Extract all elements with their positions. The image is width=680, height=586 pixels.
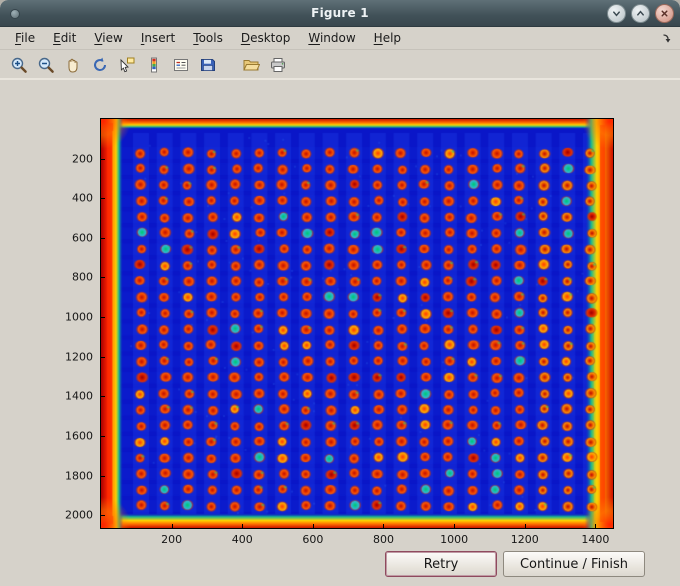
y-tick-mark [101,356,105,358]
x-tick-label: 1400 [581,533,610,546]
x-tick-mark [242,524,244,528]
y-tick-mark [101,317,105,319]
y-tick-label: 400 [72,191,93,205]
menu-file[interactable]: File [6,28,44,48]
continue-finish-button[interactable]: Continue / Finish [503,551,645,577]
chevron-up-icon [637,10,644,16]
x-tick-mark [524,524,526,528]
dock-figure-icon[interactable] [660,31,674,45]
insert-legend-button[interactable] [169,53,193,77]
pan-hand-icon [68,58,78,73]
x-tick-mark [595,524,597,528]
y-tick-label: 1000 [65,310,93,324]
maximize-button[interactable] [631,4,650,23]
menu-window[interactable]: Window [299,28,364,48]
y-tick-mark [101,277,105,279]
titlebar[interactable]: Figure 1 [0,0,680,27]
menu-help[interactable]: Help [365,28,410,48]
legend-icon [174,59,188,71]
y-tick-mark [101,237,105,239]
print-icon [271,58,285,72]
y-tick-mark [101,475,105,477]
figure-canvas-area: 200 400 600 800 1000 1200 1400 200 400 600 800 100… [0,80,680,586]
plot-axes[interactable]: 200 400 600 800 1000 1200 1400 200 400 600 800 100… [65,118,614,546]
x-tick-label: 600 [302,533,324,546]
open-folder-icon [243,60,260,71]
y-tick-label: 600 [72,231,93,245]
save-icon [201,59,215,71]
insert-colorbar-button[interactable] [142,53,166,77]
retry-button[interactable]: Retry [385,551,497,577]
x-tick-label: 800 [372,533,394,546]
rotate-3d-icon [94,57,107,71]
y-tick-mark [101,198,105,200]
zoom-in-button[interactable] [7,53,31,77]
toolbar-separator [223,65,236,66]
window-title: Figure 1 [311,6,369,20]
colorbar-icon [151,57,157,73]
x-tick-mark [383,524,385,528]
x-tick-label: 200 [161,533,183,546]
y-tick-label: 1200 [65,350,93,364]
y-tick-label: 1800 [65,469,93,482]
data-cursor-button[interactable] [115,53,139,77]
microarray-image[interactable] [101,119,613,528]
window-menu-icon[interactable] [10,9,20,19]
window-controls [607,4,674,23]
close-button[interactable] [655,4,674,23]
x-tick-label: 1000 [440,533,469,546]
menubar: File Edit View Insert Tools Desktop Wind… [0,27,680,50]
menu-insert[interactable]: Insert [132,28,184,48]
menu-edit[interactable]: Edit [44,28,85,48]
close-icon [661,10,668,17]
zoom-in-icon [11,57,27,73]
menu-tools[interactable]: Tools [184,28,232,48]
save-button[interactable] [196,53,220,77]
y-axis-tick-labels: 200 400 600 800 1000 1200 1400 1600 1800 2000 [37,119,101,528]
y-tick-mark [101,396,105,398]
y-tick-mark [101,158,105,160]
zoom-out-button[interactable] [34,53,58,77]
figure-toolbar [0,50,680,81]
x-tick-label: 400 [231,533,253,546]
chevron-down-icon [613,11,620,17]
print-button[interactable] [266,53,290,77]
data-cursor-icon [120,57,135,73]
x-tick-label: 1200 [510,533,539,546]
x-tick-mark [312,524,314,528]
y-tick-label: 800 [72,270,93,284]
y-tick-label: 200 [72,152,93,166]
y-tick-label: 1400 [65,389,93,403]
pan-button[interactable] [61,53,85,77]
y-tick-mark [101,435,105,437]
open-folder-button[interactable] [239,53,263,77]
zoom-out-icon [38,57,54,73]
rotate-3d-button[interactable] [88,53,112,77]
x-tick-mark [171,524,173,528]
y-tick-label: 1600 [65,429,93,443]
x-tick-mark [454,524,456,528]
minimize-button[interactable] [607,4,626,23]
menu-view[interactable]: View [85,28,131,48]
x-axis-tick-labels: 200 400 600 800 1000 1200 1400 [101,528,613,548]
y-tick-mark [101,515,105,517]
y-tick-label: 2000 [65,508,93,522]
figure-window: Figure 1 File Edit View Insert Tools Des… [0,0,680,586]
menu-desktop[interactable]: Desktop [232,28,300,48]
